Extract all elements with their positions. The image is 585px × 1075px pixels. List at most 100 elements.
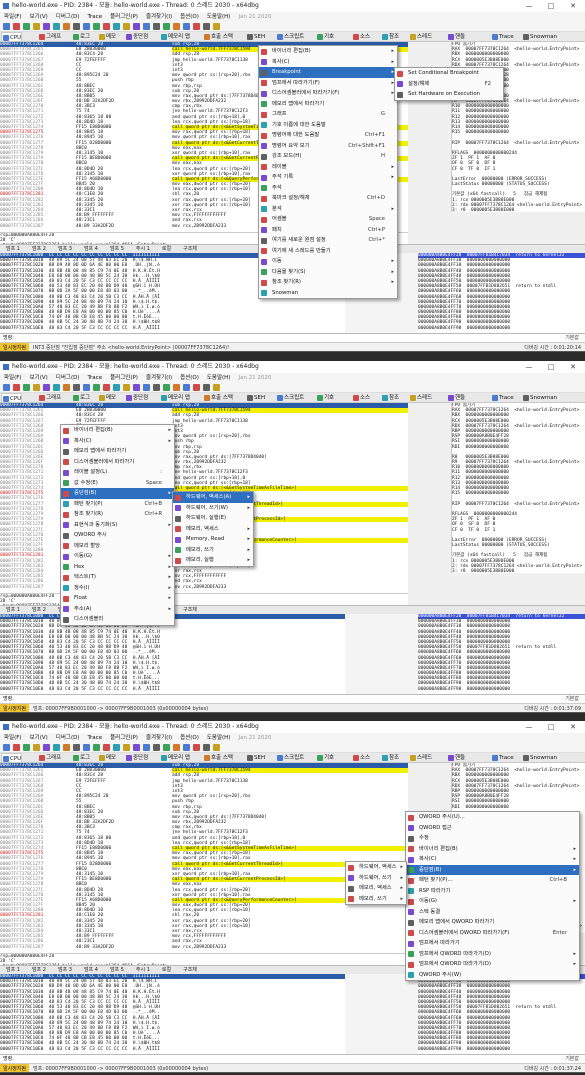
menu-5[interactable]: 즐겨찾기(I): [142, 733, 176, 743]
tab-9[interactable]: 기호: [316, 393, 334, 402]
dump-tab-6[interactable]: 로컬: [156, 245, 177, 253]
menu-7[interactable]: 도움말(H): [203, 12, 235, 22]
dump-breakpoint-submenu-item-0[interactable]: 하드웨어, 액세스(A) ▸: [173, 492, 253, 503]
toolbar-button-icon[interactable]: [73, 384, 80, 391]
toolbar-button-icon[interactable]: [113, 744, 120, 751]
toolbar-button-icon[interactable]: [3, 384, 10, 391]
menu-5[interactable]: 즐겨찾기(I): [142, 12, 176, 22]
menu-4[interactable]: 플러그인(P): [106, 373, 142, 383]
disassembly-context-menu-item-17[interactable]: 패치 Ctrl+P: [259, 225, 397, 236]
tab-13[interactable]: 핸들: [447, 753, 465, 762]
tab-6[interactable]: 호출 스택: [203, 32, 233, 41]
tab-9[interactable]: 기호: [316, 32, 334, 41]
disassembly-context-menu-item-19[interactable]: 여기에 새 스레드를 만들기: [259, 246, 397, 257]
disassembly-context-menu-item-16[interactable]: 어셈블 Space: [259, 214, 397, 225]
tab-2[interactable]: 로그: [72, 393, 90, 402]
menu-4[interactable]: 플러그인(P): [106, 12, 142, 22]
disassembly-context-menu-item-21[interactable]: 다음을 찾기(S) ▸: [259, 267, 397, 278]
toolbar-button-icon[interactable]: [143, 384, 150, 391]
dump-breakpoint-submenu-item-3[interactable]: 메모리, 액세스 ▸: [173, 524, 253, 535]
disassembly-context-menu-item-7[interactable]: 기호 이름에 대한 도움말: [259, 120, 397, 131]
dump-context-menu-item-2[interactable]: 메모리 맵에서 따라가기: [61, 446, 174, 457]
tab-11[interactable]: 참조: [381, 393, 399, 402]
toolbar-button-icon[interactable]: [103, 384, 110, 391]
disassembly-context-menu-item-15[interactable]: 분석 ▸: [259, 204, 397, 215]
dump-tab-5[interactable]: 주시 1: [130, 245, 156, 253]
menu-2[interactable]: 디버그(D): [52, 12, 84, 22]
toolbar-button-icon[interactable]: [73, 744, 80, 751]
toolbar-button-icon[interactable]: [33, 744, 40, 751]
toolbar-button-icon[interactable]: [113, 384, 120, 391]
toolbar-button-icon[interactable]: [13, 384, 20, 391]
tab-4[interactable]: 중단점: [125, 393, 148, 402]
tab-3[interactable]: 메모: [98, 393, 116, 402]
disassembly-context-menu-item-11[interactable]: 레이블 ▸: [259, 162, 397, 173]
toolbar-button-icon[interactable]: [133, 384, 140, 391]
tab-12[interactable]: 스레드: [409, 753, 432, 762]
stack-breakpoint-submenu-item-3[interactable]: 메모리, 쓰기 ▸: [346, 894, 406, 905]
stack-context-menu-item-10[interactable]: 메모리 맵에서 QWORD 따라가기: [406, 917, 579, 928]
toolbar-button-icon[interactable]: [73, 23, 80, 30]
dump-tab-3[interactable]: 덤프 4: [78, 245, 104, 253]
toolbar-button-icon[interactable]: [13, 744, 20, 751]
disassembly-context-menu-item-18[interactable]: 여기를 새로운 원점 설정 Ctrl+*: [259, 235, 397, 246]
dump-tab-7[interactable]: 구조체: [177, 966, 203, 974]
dump-tab-3[interactable]: 덤프 4: [78, 966, 104, 974]
tab-12[interactable]: 스레드: [409, 393, 432, 402]
menu-6[interactable]: 옵션(O): [176, 12, 203, 22]
address-column[interactable]: 00007FF7378C1264 00007FF7378C1265 00007FF7…: [0, 42, 76, 232]
disassembly-context-menu-item-0[interactable]: 바이너리 편집(B) ▸: [259, 46, 397, 57]
stack-context-menu-item-6[interactable]: 패턴 찾기(P)... Ctrl+B: [406, 875, 579, 886]
maximize-button[interactable]: □: [540, 361, 562, 373]
tab-3[interactable]: 메모: [98, 32, 116, 41]
disassembly-context-menu-item-2[interactable]: Breakpoint ▸: [259, 67, 397, 78]
toolbar-button-icon[interactable]: [23, 23, 30, 30]
dump-breakpoint-submenu-item-2[interactable]: 하드웨어, 실행(E): [173, 513, 253, 524]
toolbar-button-icon[interactable]: [63, 744, 70, 751]
dump-context-menu-item-15[interactable]: 정수(I) ▸: [61, 583, 174, 594]
stack-panel[interactable]: 000000A8B0E4FF28 00007FFB1B4C7034 return…: [418, 614, 585, 694]
disassembly-context-menu-item-5[interactable]: 메모리 맵에서 따라가기: [259, 99, 397, 110]
dump-context-menu-item-16[interactable]: Float ▸: [61, 593, 174, 604]
toolbar-button-icon[interactable]: [93, 23, 100, 30]
toolbar-button-icon[interactable]: [183, 744, 190, 751]
tab-14[interactable]: Trace: [491, 32, 514, 41]
tab-6[interactable]: 호출 스택: [203, 753, 233, 762]
tab-6[interactable]: 호출 스택: [203, 393, 233, 402]
toolbar-button-icon[interactable]: [123, 744, 130, 751]
stack-context-menu-item-7[interactable]: RSP 따라가기: [406, 886, 579, 897]
dump-context-menu-item-14[interactable]: 텍스트(T) ▸: [61, 572, 174, 583]
stack-context-menu-item-12[interactable]: 덤프에서 따라가기: [406, 938, 579, 949]
toolbar-button-icon[interactable]: [53, 744, 60, 751]
menu-0[interactable]: 파일(F): [0, 733, 26, 743]
toolbar-button-icon[interactable]: [213, 744, 220, 751]
stack-context-menu-item-5[interactable]: 중단점(B) ▸: [406, 864, 579, 875]
registers-panel[interactable]: FPU 숨기기 RAX 00007FF7378C1264 <hello-world…: [451, 403, 585, 573]
toolbar-button-icon[interactable]: [123, 384, 130, 391]
dump-context-menu-item-6[interactable]: 중단점(B) ▸: [61, 488, 174, 499]
tab-1[interactable]: 그래프: [38, 32, 61, 41]
menu-2[interactable]: 디버그(D): [52, 373, 84, 383]
disassembly-context-menu-item-14[interactable]: 북마크 설정/해제 Ctrl+D: [259, 193, 397, 204]
stack-context-menu-item-2[interactable]: 수정: [406, 833, 579, 844]
dump-tab-7[interactable]: 구조체: [177, 606, 203, 614]
menu-3[interactable]: Trace: [83, 733, 106, 743]
dump-breakpoint-submenu-item-5[interactable]: 메모리, 쓰기 ▸: [173, 545, 253, 556]
tab-1[interactable]: 그래프: [38, 753, 61, 762]
command-bar[interactable]: 명령: 기본값: [0, 1054, 585, 1063]
tab-12[interactable]: 스레드: [409, 32, 432, 41]
breakpoint-submenu-item-2[interactable]: Set Hardware on Execution: [395, 89, 503, 100]
dump-context-menu-item-8[interactable]: 참조 찾기(R) Ctrl+R: [61, 509, 174, 520]
stack-breakpoint-submenu-item-0[interactable]: 하드웨어, 액세스 ▸: [346, 862, 406, 873]
toolbar-button-icon[interactable]: [163, 384, 170, 391]
toolbar-button-icon[interactable]: [133, 744, 140, 751]
dump-context-menu-item-5[interactable]: 값 수정(E) Space: [61, 478, 174, 489]
dump-panel[interactable]: 00007FF7378C1000 CC CC CC CC CC CC CC CC…: [0, 974, 345, 1054]
toolbar-button-icon[interactable]: [43, 384, 50, 391]
dump-tab-1[interactable]: 덤프 2: [26, 966, 52, 974]
toolbar-button-icon[interactable]: [153, 384, 160, 391]
menu-6[interactable]: 옵션(O): [176, 733, 203, 743]
tab-4[interactable]: 중단점: [125, 753, 148, 762]
command-bar[interactable]: 명령: 기본값: [0, 333, 585, 342]
stack-context-menu-item-13[interactable]: 덤프에서 QWORD 따라가기(D) ▸: [406, 949, 579, 960]
